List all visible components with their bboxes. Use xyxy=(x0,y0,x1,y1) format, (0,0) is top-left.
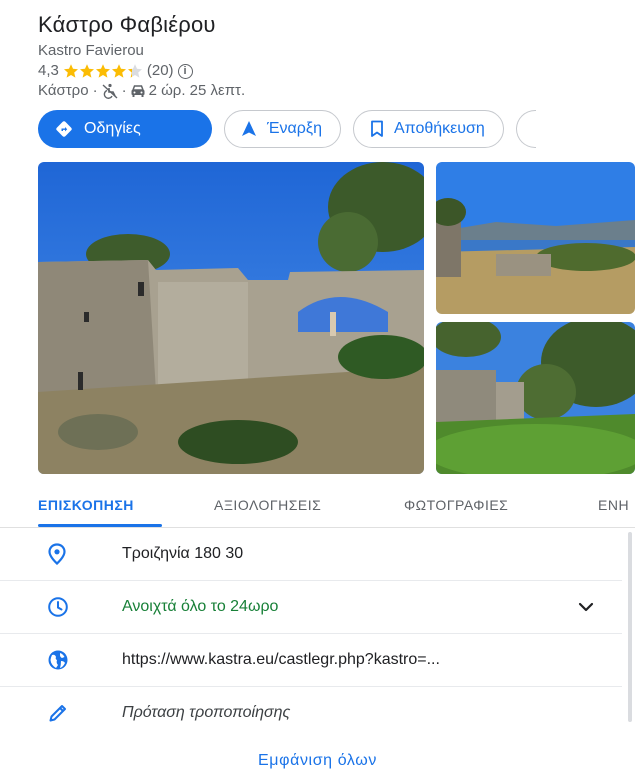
rating-value: 4,3 xyxy=(38,62,59,79)
separator: · xyxy=(92,82,98,99)
main-photo[interactable] xyxy=(38,162,424,474)
hours-text: Ανοιχτά όλο το 24ωρο xyxy=(122,598,279,615)
tab-photos[interactable]: ΦΩΤΟΓΡΑΦΙΕΣ xyxy=(404,488,508,524)
photo-gallery xyxy=(38,162,635,474)
location-pin-icon xyxy=(47,543,67,565)
chevron-down-icon[interactable] xyxy=(578,602,594,612)
scrollbar[interactable] xyxy=(628,532,632,722)
website-link[interactable]: https://www.kastra.eu/castlegr.php?kastr… xyxy=(122,651,440,669)
start-label: Έναρξη xyxy=(267,120,322,137)
place-title: Κάστρο Φαβιέρου xyxy=(38,12,216,37)
tab-more[interactable]: ΕΝΗ xyxy=(598,488,629,524)
tab-reviews[interactable]: ΑΞΙΟΛΟΓΗΣΕΙΣ xyxy=(214,488,321,524)
photo-thumb-2[interactable] xyxy=(436,322,635,474)
bookmark-icon xyxy=(370,120,384,138)
tab-bar: ΕΠΙΣΚΟΠΗΣΗ ΑΞΙΟΛΟΓΗΣΕΙΣ ΦΩΤΟΓΡΑΦΙΕΣ ΕΝΗ xyxy=(0,488,635,524)
star-icon xyxy=(63,64,78,78)
action-chips: Οδηγίες Έναρξη Αποθήκευση xyxy=(38,110,536,148)
clock-icon xyxy=(47,596,69,618)
start-button[interactable]: Έναρξη xyxy=(224,110,341,148)
suggest-edit-row[interactable]: Πρόταση τροποποίησης xyxy=(0,687,622,739)
save-button[interactable]: Αποθήκευση xyxy=(352,110,504,148)
info-icon[interactable]: i xyxy=(177,63,193,79)
star-icon xyxy=(127,64,142,78)
directions-label: Οδηγίες xyxy=(84,120,141,137)
review-count[interactable]: (20) xyxy=(147,61,174,81)
website-row[interactable]: https://www.kastra.eu/castlegr.php?kastr… xyxy=(0,634,622,687)
address-row[interactable]: Τροιζηνία 180 30 xyxy=(0,528,622,581)
suggest-edit-text: Πρόταση τροποποίησης xyxy=(122,704,291,721)
rating-stars xyxy=(63,63,143,79)
directions-button[interactable]: Οδηγίες xyxy=(38,110,212,148)
star-icon xyxy=(79,64,94,78)
star-icon xyxy=(111,64,126,78)
tab-overview[interactable]: ΕΠΙΣΚΟΠΗΣΗ xyxy=(38,488,134,524)
address-text: Τροιζηνία 180 30 xyxy=(122,545,244,562)
not-accessible-icon xyxy=(101,83,119,99)
pencil-icon xyxy=(47,702,69,724)
globe-icon xyxy=(47,649,69,671)
details-list: Τροιζηνία 180 30 Ανοιχτά όλο το 24ωρο ht… xyxy=(0,528,622,739)
meta-row: Κάστρο · · 2 ώρ. 25 λεπτ. xyxy=(38,81,635,101)
car-icon xyxy=(130,84,146,98)
navigation-arrow-icon xyxy=(241,120,257,138)
category-label: Κάστρο xyxy=(38,82,89,99)
photo-thumb-1[interactable] xyxy=(436,162,635,314)
place-header: Κάστρο Φαβιέρου Kastro Favierou 4,3 (20)… xyxy=(38,10,635,101)
save-label: Αποθήκευση xyxy=(393,120,485,137)
star-icon xyxy=(95,64,110,78)
show-all-link[interactable]: Εμφάνιση όλων xyxy=(0,752,635,770)
separator: · xyxy=(121,82,127,99)
directions-icon xyxy=(54,119,74,139)
hours-row[interactable]: Ανοιχτά όλο το 24ωρο xyxy=(0,581,622,634)
rating-row[interactable]: 4,3 (20) i xyxy=(38,61,635,81)
place-subtitle: Kastro Favierou xyxy=(38,42,144,59)
more-actions-chip[interactable] xyxy=(515,110,536,148)
travel-time: 2 ώρ. 25 λεπτ. xyxy=(148,82,246,99)
